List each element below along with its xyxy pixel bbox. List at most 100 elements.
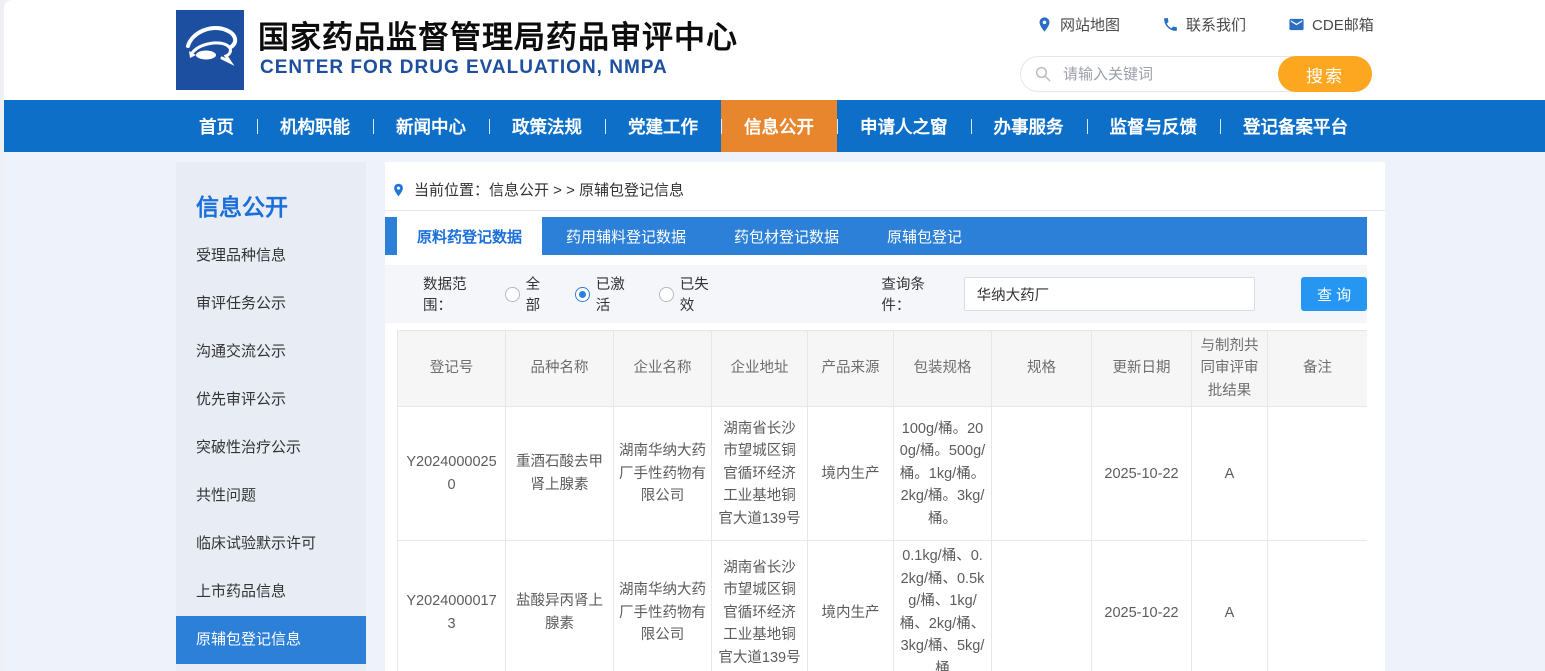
contact-link[interactable]: 联系我们 [1162,14,1246,35]
sidebar-item-apie-registration[interactable]: 原辅包登记信息 [176,616,366,664]
location-pin-icon [391,181,406,199]
cell-address: 湖南省长沙市望城区铜官循环经济工业基地铜官大道139号 [712,407,808,541]
query-button[interactable]: 查 询 [1301,277,1367,311]
breadcrumb: 当前位置：信息公开 > > 原辅包登记信息 [391,179,684,200]
cell-packaging: 0.1kg/桶、0.2kg/桶、0.5kg/桶、1kg/桶、2kg/桶、3kg/… [894,541,992,671]
cell-review-result: A [1192,407,1268,541]
cell-spec [992,407,1092,541]
results-table-wrap: 登记号 品种名称 企业名称 企业地址 产品来源 包装规格 规格 更新日期 与制剂… [397,330,1367,671]
search-button[interactable]: 搜索 [1278,56,1372,92]
sidebar-item-communication[interactable]: 沟通交流公示 [176,328,366,376]
cell-variety: 盐酸异丙肾上腺素 [506,541,614,671]
main-panel: 当前位置：信息公开 > > 原辅包登记信息 原料药登记数据 药用辅料登记数据 药… [385,162,1385,671]
radio-activated[interactable]: 已激活 [575,273,637,315]
column-header-variety: 品种名称 [506,331,614,407]
radio-expired-label: 已失效 [680,273,722,315]
cde-logo [176,10,244,90]
nav-item-home[interactable]: 首页 [176,100,257,152]
site-search: 搜索 [1020,56,1372,92]
nav-item-services[interactable]: 办事服务 [971,100,1087,152]
registration-table: 登记号 品种名称 企业名称 企业地址 产品来源 包装规格 规格 更新日期 与制剂… [397,330,1367,671]
cell-spec [992,541,1092,671]
column-header-address: 企业地址 [712,331,808,407]
sidebar-item-clinical-trial[interactable]: 临床试验默示许可 [176,520,366,568]
contact-label: 联系我们 [1186,14,1246,35]
tab-packaging-data[interactable]: 药包材登记数据 [710,217,863,255]
header-links: 网站地图 联系我们 CDE邮箱 [1036,14,1374,35]
nav-item-applicant[interactable]: 申请人之窗 [837,100,971,152]
breadcrumb-text: 当前位置：信息公开 > > 原辅包登记信息 [414,179,684,200]
nav-item-info-disclosure[interactable]: 信息公开 [721,100,837,152]
radio-circle-icon [505,287,519,302]
sidebar: 信息公开 受理品种信息 审评任务公示 沟通交流公示 优先审评公示 突破性治疗公示… [176,162,366,671]
page: 国家药品监督管理局药品审评中心 CENTER FOR DRUG EVALUATI… [4,0,1545,671]
column-header-origin: 产品来源 [808,331,894,407]
table-row: Y20240000250 重酒石酸去甲肾上腺素 湖南华纳大药厂手性药物有限公司 … [398,407,1368,541]
sitemap-link[interactable]: 网站地图 [1036,14,1120,35]
tab-excipient-data[interactable]: 药用辅料登记数据 [542,217,710,255]
scope-radio-group: 全部 已激活 已失效 [505,273,721,315]
cell-origin: 境内生产 [808,407,894,541]
cell-origin: 境内生产 [808,541,894,671]
nav-item-party[interactable]: 党建工作 [605,100,721,152]
search-icon [1034,65,1052,83]
cell-packaging: 100g/桶。200g/桶。500g/桶。1kg/桶。2kg/桶。3kg/桶。 [894,407,992,541]
query-input[interactable] [964,277,1256,311]
column-header-remarks: 备注 [1268,331,1368,407]
nav-item-functions[interactable]: 机构职能 [257,100,373,152]
main-nav: 首页 机构职能 新闻中心 政策法规 党建工作 信息公开 申请人之窗 办事服务 监… [4,100,1545,152]
mailbox-label: CDE邮箱 [1312,14,1374,35]
radio-circle-icon [575,287,589,302]
column-header-reg-no: 登记号 [398,331,506,407]
location-pin-icon [1036,16,1053,33]
nav-item-news[interactable]: 新闻中心 [373,100,489,152]
sidebar-item-accepted-varieties[interactable]: 受理品种信息 [176,232,366,280]
sidebar-item-priority-review[interactable]: 优先审评公示 [176,376,366,424]
sidebar-item-common-issues[interactable]: 共性问题 [176,472,366,520]
site-subtitle: CENTER FOR DRUG EVALUATION, NMPA [260,57,668,79]
site-title: 国家药品监督管理局药品审评中心 [258,12,738,57]
radio-expired[interactable]: 已失效 [659,273,721,315]
table-header-row: 登记号 品种名称 企业名称 企业地址 产品来源 包装规格 规格 更新日期 与制剂… [398,331,1368,407]
cell-company: 湖南华纳大药厂手性药物有限公司 [614,541,712,671]
cell-variety: 重酒石酸去甲肾上腺素 [506,407,614,541]
cell-reg-no: Y20240000250 [398,407,506,541]
data-tabs: 原料药登记数据 药用辅料登记数据 药包材登记数据 原辅包登记 [385,217,1367,255]
nav-item-registration-platform[interactable]: 登记备案平台 [1220,100,1371,152]
column-header-spec: 规格 [992,331,1092,407]
column-header-review-result: 与制剂共同审评审批结果 [1192,331,1268,407]
radio-all[interactable]: 全部 [505,273,553,315]
mailbox-link[interactable]: CDE邮箱 [1288,14,1374,35]
radio-activated-label: 已激活 [596,273,638,315]
cell-address: 湖南省长沙市望城区铜官循环经济工业基地铜官大道139号 [712,541,808,671]
sitemap-label: 网站地图 [1060,14,1120,35]
column-header-update-date: 更新日期 [1092,331,1192,407]
cell-review-result: A [1192,541,1268,671]
swirl-emblem-icon [176,10,244,90]
cell-update-date: 2025-10-22 [1092,407,1192,541]
radio-circle-icon [659,287,673,302]
query-label: 查询条件： [881,273,951,315]
cell-remarks [1268,541,1368,671]
mail-icon [1288,16,1305,33]
column-header-company: 企业名称 [614,331,712,407]
cell-company: 湖南华纳大药厂手性药物有限公司 [614,407,712,541]
sidebar-item-review-tasks[interactable]: 审评任务公示 [176,280,366,328]
radio-all-label: 全部 [526,273,554,315]
sidebar-title: 信息公开 [176,162,366,232]
tab-api-data[interactable]: 原料药登记数据 [397,217,542,255]
cell-remarks [1268,407,1368,541]
content-area: 信息公开 受理品种信息 审评任务公示 沟通交流公示 优先审评公示 突破性治疗公示… [4,152,1545,671]
filter-bar: 数据范围： 全部 已激活 已失效 查询条件： [385,265,1367,323]
tab-apie-registration[interactable]: 原辅包登记 [863,217,986,255]
nav-item-supervision[interactable]: 监督与反馈 [1087,100,1221,152]
site-header: 国家药品监督管理局药品审评中心 CENTER FOR DRUG EVALUATI… [4,0,1545,100]
sidebar-item-marketed-drugs[interactable]: 上市药品信息 [176,568,366,616]
nav-item-policy[interactable]: 政策法规 [489,100,605,152]
column-header-packaging: 包装规格 [894,331,992,407]
table-row: Y20240000173 盐酸异丙肾上腺素 湖南华纳大药厂手性药物有限公司 湖南… [398,541,1368,671]
cell-update-date: 2025-10-22 [1092,541,1192,671]
divider [385,210,1385,211]
sidebar-item-breakthrough-therapy[interactable]: 突破性治疗公示 [176,424,366,472]
cell-reg-no: Y20240000173 [398,541,506,671]
